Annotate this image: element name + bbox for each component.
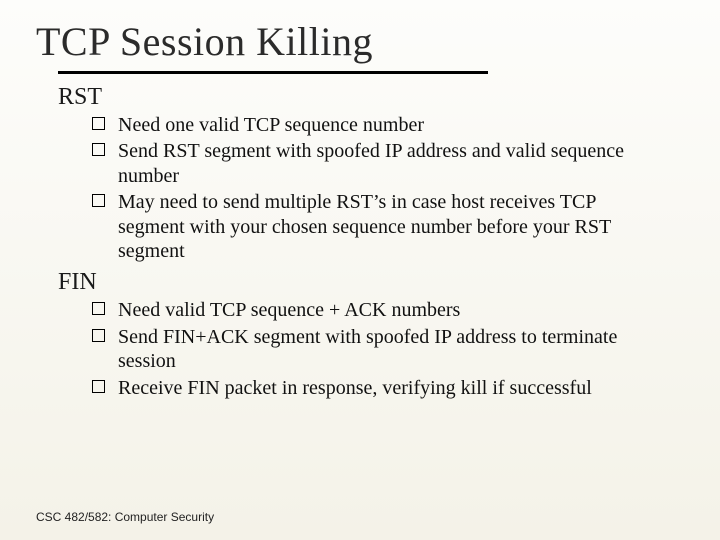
list-item-text: May need to send multiple RST’s in case … (118, 191, 611, 262)
title-underline (58, 71, 488, 74)
list-item: Send FIN+ACK segment with spoofed IP add… (92, 325, 644, 374)
section-heading-fin: FIN (58, 269, 684, 296)
list-item-text: Send FIN+ACK segment with spoofed IP add… (118, 326, 617, 372)
square-bullet-icon (92, 329, 105, 342)
list-item: Receive FIN packet in response, verifyin… (92, 376, 644, 400)
list-item: Send RST segment with spoofed IP address… (92, 139, 644, 188)
bullet-list-fin: Need valid TCP sequence + ACK numbers Se… (92, 298, 644, 400)
list-item-text: Need one valid TCP sequence number (118, 114, 424, 136)
section-rst: RST Need one valid TCP sequence number S… (36, 84, 684, 263)
list-item-text: Need valid TCP sequence + ACK numbers (118, 299, 460, 321)
square-bullet-icon (92, 143, 105, 156)
list-item: Need valid TCP sequence + ACK numbers (92, 298, 644, 322)
list-item-text: Receive FIN packet in response, verifyin… (118, 377, 592, 399)
slide: TCP Session Killing RST Need one valid T… (0, 0, 720, 540)
list-item: May need to send multiple RST’s in case … (92, 190, 644, 263)
slide-title: TCP Session Killing (36, 18, 684, 65)
square-bullet-icon (92, 194, 105, 207)
square-bullet-icon (92, 117, 105, 130)
square-bullet-icon (92, 302, 105, 315)
slide-footer: CSC 482/582: Computer Security (36, 510, 214, 524)
list-item: Need one valid TCP sequence number (92, 113, 644, 137)
list-item-text: Send RST segment with spoofed IP address… (118, 140, 624, 186)
square-bullet-icon (92, 380, 105, 393)
section-heading-rst: RST (58, 84, 684, 111)
bullet-list-rst: Need one valid TCP sequence number Send … (92, 113, 644, 263)
section-fin: FIN Need valid TCP sequence + ACK number… (36, 269, 684, 400)
